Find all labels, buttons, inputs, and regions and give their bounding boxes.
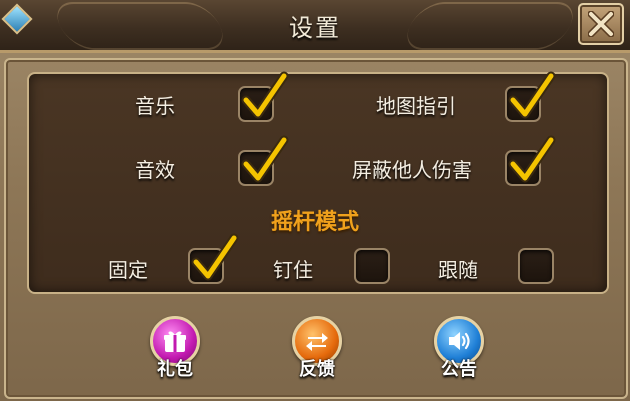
checkmark-icon [191, 233, 239, 281]
joystick-follow-label: 跟随 [438, 258, 478, 282]
close-button[interactable] [578, 3, 624, 45]
joystick-pinned-checkbox[interactable] [354, 248, 390, 284]
joystick-follow-checkbox[interactable] [518, 248, 554, 284]
music-label: 音乐 [135, 94, 175, 118]
joystick-fixed-checkbox[interactable] [188, 233, 239, 284]
block-damage-label: 屏蔽他人伤害 [352, 158, 472, 182]
feedback-button-label: 反馈 [299, 359, 335, 380]
title-bar: 设置 [0, 0, 630, 53]
checkmark-icon [508, 71, 556, 119]
close-x-icon [588, 11, 614, 37]
window-title: 设置 [289, 14, 341, 42]
gift-icon [164, 331, 186, 352]
joystick-fixed-label: 固定 [108, 258, 148, 282]
block-damage-checkbox[interactable] [505, 135, 556, 186]
checkmark-icon [508, 135, 556, 183]
sound-fx-label: 音效 [135, 158, 175, 182]
speaker-icon [449, 332, 470, 350]
checkmark-icon [241, 135, 289, 183]
sound-fx-checkbox[interactable] [238, 135, 289, 186]
music-checkbox[interactable] [238, 71, 289, 122]
map-guide-checkbox[interactable] [505, 71, 556, 122]
map-guide-label: 地图指引 [376, 94, 456, 118]
joystick-mode-title: 摇杆模式 [270, 210, 359, 235]
gift-button-label: 礼包 [157, 359, 193, 380]
settings-window: 设置 音乐 地图指引 音效 屏蔽他人伤害 摇杆模式 固定 钉住 跟随 礼包 反馈… [0, 0, 630, 401]
swap-arrows-icon [306, 333, 328, 351]
joystick-pinned-label: 钉住 [273, 258, 313, 282]
notice-button-label: 公告 [441, 359, 477, 380]
checkmark-icon [241, 71, 289, 119]
